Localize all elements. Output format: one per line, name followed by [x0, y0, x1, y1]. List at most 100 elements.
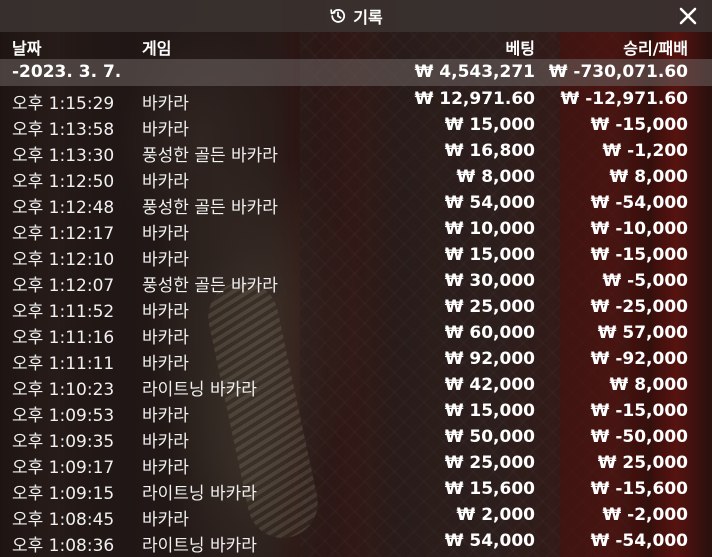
- history-row[interactable]: 오후 1:09:35 바카라 ₩ 50,000 ₩ -50,000: [0, 424, 712, 452]
- history-panel: 기록 날짜 게임 베팅 승리/패배 -2023. 3. 7. ₩ 4,543,2…: [0, 0, 712, 557]
- history-row[interactable]: 오후 1:12:50 바카라 ₩ 8,000 ₩ 8,000: [0, 164, 712, 192]
- row-win-loss: ₩ -25,000: [590, 297, 688, 317]
- row-win-loss: ₩ -50,000: [590, 427, 688, 447]
- row-win-loss: ₩ -12,971.60: [560, 89, 688, 109]
- row-time: 오후 1:15:29: [12, 94, 115, 114]
- row-bet: ₩ 25,000: [444, 453, 535, 473]
- row-bet: ₩ 15,000: [444, 115, 535, 135]
- history-row[interactable]: 오후 1:11:52 바카라 ₩ 25,000 ₩ -25,000: [0, 294, 712, 322]
- header-game: 게임: [142, 39, 172, 58]
- row-win-loss: ₩ -92,000: [590, 349, 688, 369]
- history-row[interactable]: 오후 1:12:07 풍성한 골든 바카라 ₩ 30,000 ₩ -5,000: [0, 268, 712, 296]
- row-bet: ₩ 16,800: [444, 141, 535, 161]
- row-win-loss: ₩ -10,000: [590, 219, 688, 239]
- row-time: 오후 1:08:45: [12, 510, 115, 530]
- row-bet: ₩ 12,971.60: [414, 89, 535, 109]
- header-date: 날짜: [12, 39, 42, 58]
- row-win-loss: ₩ 57,000: [597, 323, 688, 343]
- summary-date: -2023. 3. 7.: [12, 62, 122, 82]
- row-bet: ₩ 2,000: [456, 505, 535, 525]
- row-time: 오후 1:08:36: [12, 536, 115, 556]
- row-time: 오후 1:09:35: [12, 432, 115, 452]
- title-group: 기록: [329, 4, 383, 28]
- row-time: 오후 1:12:17: [12, 224, 115, 244]
- row-win-loss: ₩ 8,000: [609, 375, 688, 395]
- row-game: 바카라: [142, 510, 189, 530]
- history-row[interactable]: 오후 1:10:23 라이트닝 바카라 ₩ 42,000 ₩ 8,000: [0, 372, 712, 400]
- close-icon: [679, 7, 697, 25]
- row-game: 바카라: [142, 120, 189, 140]
- row-game: 바카라: [142, 432, 189, 452]
- history-row[interactable]: 오후 1:09:17 바카라 ₩ 25,000 ₩ 25,000: [0, 450, 712, 478]
- row-win-loss: ₩ -1,200: [602, 141, 689, 161]
- row-time: 오후 1:12:10: [12, 250, 115, 270]
- row-game: 바카라: [142, 354, 189, 374]
- row-bet: ₩ 15,000: [444, 245, 535, 265]
- row-time: 오후 1:12:48: [12, 198, 115, 218]
- history-row[interactable]: 오후 1:12:48 풍성한 골든 바카라 ₩ 54,000 ₩ -54,000: [0, 190, 712, 218]
- row-win-loss: ₩ 8,000: [609, 167, 688, 187]
- row-game: 풍성한 골든 바카라: [142, 198, 278, 218]
- row-time: 오후 1:13:30: [12, 146, 115, 166]
- history-row[interactable]: 오후 1:11:16 바카라 ₩ 60,000 ₩ 57,000: [0, 320, 712, 348]
- row-time: 오후 1:09:17: [12, 458, 115, 478]
- row-game: 바카라: [142, 328, 189, 348]
- row-win-loss: ₩ -15,000: [590, 401, 688, 421]
- row-game: 바카라: [142, 302, 189, 322]
- header-bet: 베팅: [505, 39, 535, 58]
- row-bet: ₩ 8,000: [456, 167, 535, 187]
- history-row[interactable]: 오후 1:12:10 바카라 ₩ 15,000 ₩ -15,000: [0, 242, 712, 270]
- row-win-loss: ₩ -54,000: [590, 193, 688, 213]
- row-time: 오후 1:13:58: [12, 120, 115, 140]
- row-bet: ₩ 92,000: [444, 349, 535, 369]
- row-game: 풍성한 골든 바카라: [142, 276, 278, 296]
- history-row[interactable]: 오후 1:11:11 바카라 ₩ 92,000 ₩ -92,000: [0, 346, 712, 374]
- row-game: 바카라: [142, 406, 189, 426]
- row-game: 바카라: [142, 224, 189, 244]
- history-row[interactable]: 오후 1:13:58 바카라 ₩ 15,000 ₩ -15,000: [0, 112, 712, 140]
- row-win-loss: ₩ -54,000: [590, 531, 688, 551]
- row-time: 오후 1:12:50: [12, 172, 115, 192]
- row-time: 오후 1:11:52: [12, 302, 115, 322]
- summary-win-loss: ₩ -730,071.60: [548, 62, 688, 82]
- row-game: 바카라: [142, 458, 189, 478]
- page-title: 기록: [353, 8, 383, 27]
- row-game: 라이트닝 바카라: [142, 484, 257, 504]
- row-bet: ₩ 30,000: [444, 271, 535, 291]
- row-game: 라이트닝 바카라: [142, 380, 257, 400]
- history-row[interactable]: 오후 1:13:30 풍성한 골든 바카라 ₩ 16,800 ₩ -1,200: [0, 138, 712, 166]
- row-win-loss: ₩ -15,000: [590, 245, 688, 265]
- row-time: 오후 1:11:16: [12, 328, 115, 348]
- table-header: 날짜 게임 베팅 승리/패배: [0, 32, 712, 58]
- row-time: 오후 1:12:07: [12, 276, 115, 296]
- row-bet: ₩ 50,000: [444, 427, 535, 447]
- row-time: 오후 1:10:23: [12, 380, 115, 400]
- row-time: 오후 1:09:15: [12, 484, 115, 504]
- history-row[interactable]: 오후 1:15:29 바카라 ₩ 12,971.60 ₩ -12,971.60: [0, 86, 712, 114]
- history-row[interactable]: 오후 1:12:17 바카라 ₩ 10,000 ₩ -10,000: [0, 216, 712, 244]
- row-bet: ₩ 15,600: [444, 479, 535, 499]
- row-time: 오후 1:09:53: [12, 406, 115, 426]
- row-bet: ₩ 25,000: [444, 297, 535, 317]
- history-titlebar: 기록: [0, 0, 712, 32]
- history-row[interactable]: 오후 1:09:53 바카라 ₩ 15,000 ₩ -15,000: [0, 398, 712, 426]
- row-win-loss: ₩ -15,000: [590, 115, 688, 135]
- row-win-loss: ₩ -15,600: [590, 479, 688, 499]
- row-game: 바카라: [142, 172, 189, 192]
- history-list: 오후 1:15:29 바카라 ₩ 12,971.60 ₩ -12,971.60 …: [0, 86, 712, 556]
- close-button[interactable]: [678, 6, 698, 26]
- history-row[interactable]: 오후 1:08:36 라이트닝 바카라 ₩ 54,000 ₩ -54,000: [0, 528, 712, 556]
- row-bet: ₩ 54,000: [444, 193, 535, 213]
- row-win-loss: ₩ 25,000: [597, 453, 688, 473]
- row-game: 라이트닝 바카라: [142, 536, 257, 556]
- history-icon: [329, 7, 347, 25]
- row-win-loss: ₩ -2,000: [602, 505, 689, 525]
- date-summary-row[interactable]: -2023. 3. 7. ₩ 4,543,271 ₩ -730,071.60: [0, 59, 712, 86]
- row-time: 오후 1:11:11: [12, 354, 115, 374]
- history-row[interactable]: 오후 1:08:45 바카라 ₩ 2,000 ₩ -2,000: [0, 502, 712, 530]
- header-win-loss: 승리/패배: [623, 39, 688, 58]
- row-game: 바카라: [142, 250, 189, 270]
- row-bet: ₩ 10,000: [444, 219, 535, 239]
- history-row[interactable]: 오후 1:09:15 라이트닝 바카라 ₩ 15,600 ₩ -15,600: [0, 476, 712, 504]
- row-game: 풍성한 골든 바카라: [142, 146, 278, 166]
